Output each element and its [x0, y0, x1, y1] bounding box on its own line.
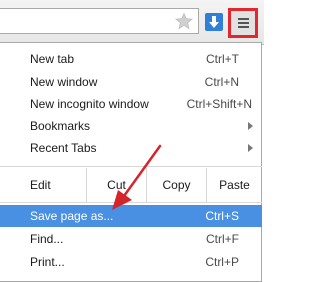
- menu-item-label: Recent Tabs: [30, 141, 97, 155]
- menu-separator: [0, 166, 262, 167]
- menu-edit-row: Edit Cut Copy Paste: [0, 168, 262, 202]
- chrome-menu: New tab Ctrl+T New window Ctrl+N New inc…: [0, 42, 262, 282]
- menu-item-label: Save page as...: [30, 209, 114, 223]
- browser-toolbar: [0, 0, 264, 45]
- menu-item-shortcut: Ctrl+N: [204, 75, 239, 89]
- menu-item-print[interactable]: Print... Ctrl+P: [0, 251, 262, 273]
- download-arrow-icon: [209, 16, 219, 28]
- menu-item-label: Find...: [30, 232, 64, 246]
- menu-item-recent-tabs[interactable]: Recent Tabs: [0, 137, 262, 159]
- menu-item-shortcut: Ctrl+Shift+N: [186, 97, 252, 111]
- menu-item-label: New incognito window: [30, 97, 149, 111]
- star-icon[interactable]: [175, 12, 193, 30]
- menu-item-shortcut: Ctrl+F: [206, 232, 239, 246]
- menu-item-shortcut: Ctrl+S: [205, 209, 239, 223]
- menu-item-label: New tab: [30, 52, 75, 66]
- menu-item-new-window[interactable]: New window Ctrl+N: [0, 71, 262, 93]
- menu-item-shortcut: Ctrl+T: [206, 52, 239, 66]
- edit-label: Edit: [30, 178, 51, 192]
- address-bar[interactable]: [0, 8, 199, 34]
- submenu-arrow-icon: [248, 144, 253, 152]
- cut-button[interactable]: Cut: [86, 168, 146, 202]
- menu-item-label: Bookmarks: [30, 119, 91, 133]
- menu-item-new-incognito-window[interactable]: New incognito window Ctrl+Shift+N: [0, 93, 262, 115]
- chrome-menu-button[interactable]: [228, 8, 258, 38]
- menu-item-bookmarks[interactable]: Bookmarks: [0, 115, 262, 137]
- copy-button[interactable]: Copy: [146, 168, 206, 202]
- paste-button[interactable]: Paste: [206, 168, 262, 202]
- menu-item-new-tab[interactable]: New tab Ctrl+T: [0, 48, 262, 70]
- menu-item-shortcut: Ctrl+P: [205, 255, 239, 269]
- menu-item-label: New window: [30, 75, 98, 89]
- menu-separator: [0, 202, 262, 203]
- download-button[interactable]: [205, 13, 223, 31]
- menu-item-label: Print...: [30, 255, 65, 269]
- submenu-arrow-icon: [248, 122, 253, 130]
- menu-item-save-page-as[interactable]: Save page as... Ctrl+S: [0, 205, 262, 227]
- menu-item-find[interactable]: Find... Ctrl+F: [0, 228, 262, 250]
